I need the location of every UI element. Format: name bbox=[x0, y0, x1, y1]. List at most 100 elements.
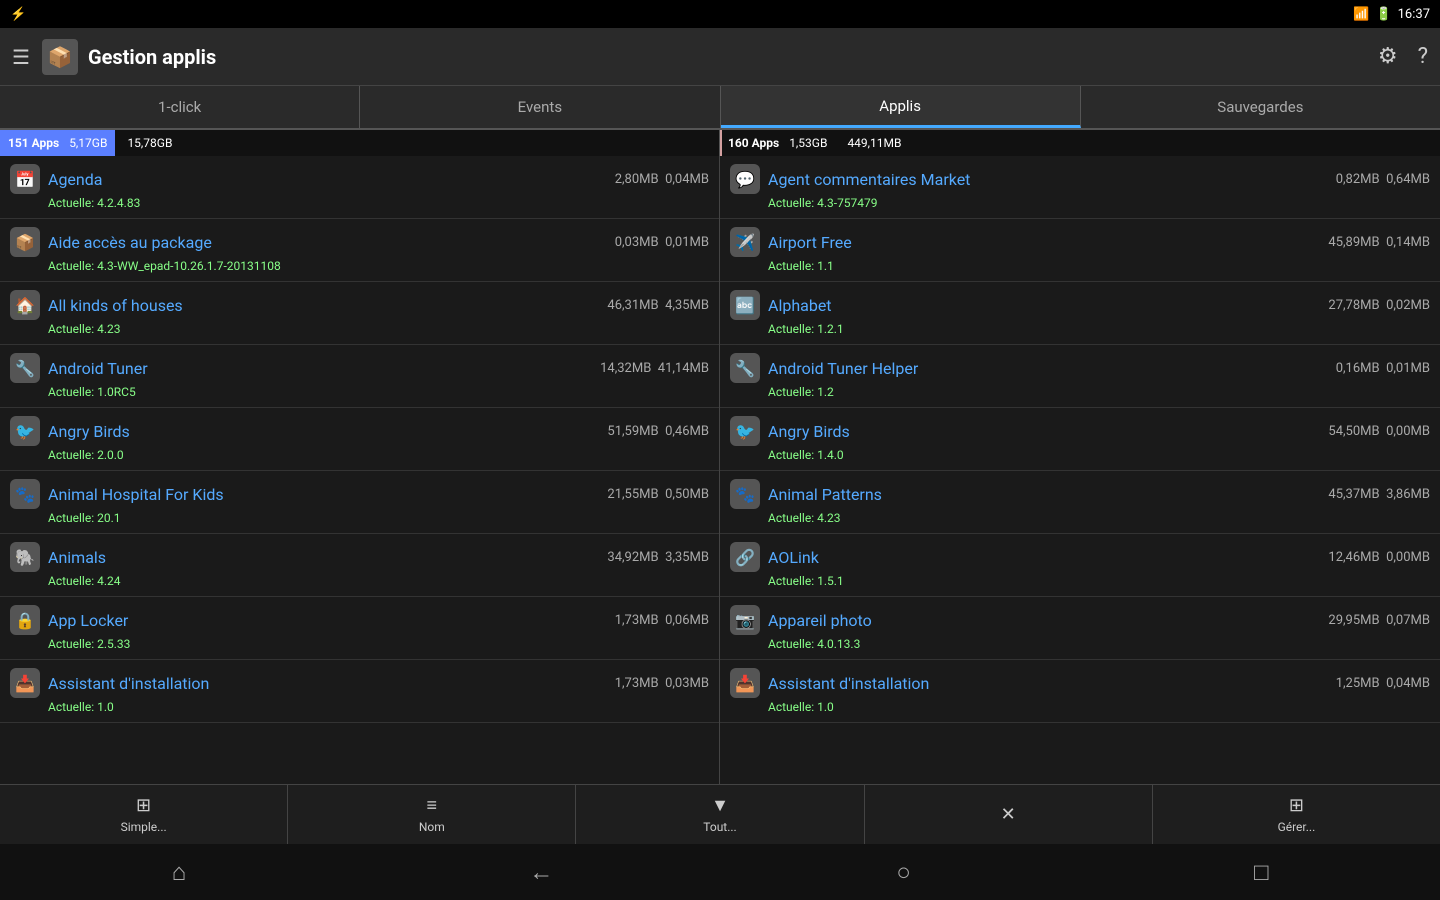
list-item[interactable]: 💬 Agent commentaires Market 0,82MB 0,64M… bbox=[720, 156, 1440, 219]
list-item[interactable]: 🔧 Android Tuner Helper 0,16MB 0,01MB Act… bbox=[720, 345, 1440, 408]
app-sizes: 51,59MB 0,46MB bbox=[607, 424, 709, 439]
app-icon-right-2: 🔤 bbox=[730, 290, 760, 320]
app-sizes: 14,32MB 41,14MB bbox=[600, 361, 709, 376]
app-sizes: 1,25MB 0,04MB bbox=[1336, 676, 1430, 691]
app-version: Actuelle: 4.3-757479 bbox=[730, 196, 1430, 210]
app-name: Animal Patterns bbox=[768, 485, 1320, 504]
toolbar-label-2: Tout... bbox=[703, 820, 736, 834]
list-item[interactable]: 🔤 Alphabet 27,78MB 0,02MB Actuelle: 1.2.… bbox=[720, 282, 1440, 345]
right-storage-remaining: 449,11MB bbox=[847, 136, 901, 150]
right-app-count: 160 Apps bbox=[728, 136, 779, 150]
app-name: AOLink bbox=[768, 548, 1320, 567]
nav-recent[interactable]: □ bbox=[1254, 858, 1269, 887]
app-name: App Locker bbox=[48, 611, 607, 630]
app-name: Alphabet bbox=[768, 296, 1320, 315]
list-item[interactable]: 🔧 Android Tuner 14,32MB 41,14MB Actuelle… bbox=[0, 345, 719, 408]
tabs-bar: 1-click Events Applis Sauvegardes bbox=[0, 86, 1440, 130]
page-title: Gestion applis bbox=[88, 45, 1378, 69]
app-icon-right-5: 🐾 bbox=[730, 479, 760, 509]
nav-home-up[interactable]: ⌂ bbox=[172, 858, 187, 887]
toolbar-item-3[interactable]: ✕ bbox=[865, 785, 1153, 844]
list-item[interactable]: 🏠 All kinds of houses 46,31MB 4,35MB Act… bbox=[0, 282, 719, 345]
app-version: Actuelle: 1.1 bbox=[730, 259, 1430, 273]
app-sizes: 1,73MB 0,03MB bbox=[615, 676, 709, 691]
toolbar-item-1[interactable]: ≡ Nom bbox=[288, 785, 576, 844]
app-icon-left-8: 📥 bbox=[10, 668, 40, 698]
toolbar-icon-2: ▼ bbox=[711, 795, 729, 816]
list-item[interactable]: 🔒 App Locker 1,73MB 0,06MB Actuelle: 2.5… bbox=[0, 597, 719, 660]
nav-back[interactable]: ← bbox=[529, 858, 553, 887]
tab-applis[interactable]: Applis bbox=[721, 86, 1081, 128]
app-icon-left-0: 📅 bbox=[10, 164, 40, 194]
list-item[interactable]: 🐦 Angry Birds 51,59MB 0,46MB Actuelle: 2… bbox=[0, 408, 719, 471]
status-right: 📶 🔋 16:37 bbox=[1353, 7, 1430, 22]
app-sizes: 0,82MB 0,64MB bbox=[1336, 172, 1430, 187]
app-name: Agent commentaires Market bbox=[768, 170, 1328, 189]
app-column-left: 📅 Agenda 2,80MB 0,04MB Actuelle: 4.2.4.8… bbox=[0, 156, 720, 784]
menu-icon[interactable]: ☰ bbox=[12, 45, 30, 69]
app-icon-right-6: 🔗 bbox=[730, 542, 760, 572]
toolbar-item-0[interactable]: ⊞ Simple... bbox=[0, 785, 288, 844]
wifi-icon: 📶 bbox=[1353, 7, 1369, 22]
app-name: Android Tuner Helper bbox=[768, 359, 1328, 378]
tab-events[interactable]: Events bbox=[360, 86, 720, 128]
app-icon-right-8: 📥 bbox=[730, 668, 760, 698]
list-item[interactable]: 🐘 Animals 34,92MB 3,35MB Actuelle: 4.24 bbox=[0, 534, 719, 597]
storage-bar-left: 151 Apps 5,17GB 15,78GB bbox=[0, 130, 720, 156]
app-sizes: 45,37MB 3,86MB bbox=[1328, 487, 1430, 502]
app-sizes: 0,16MB 0,01MB bbox=[1336, 361, 1430, 376]
toolbar-item-2[interactable]: ▼ Tout... bbox=[576, 785, 864, 844]
list-item[interactable]: 📦 Aide accès au package 0,03MB 0,01MB Ac… bbox=[0, 219, 719, 282]
toolbar-item-4[interactable]: ⊞ Gérer... bbox=[1153, 785, 1440, 844]
list-item[interactable]: 🔗 AOLink 12,46MB 0,00MB Actuelle: 1.5.1 bbox=[720, 534, 1440, 597]
tab-1click[interactable]: 1-click bbox=[0, 86, 360, 128]
app-sizes: 2,80MB 0,04MB bbox=[615, 172, 709, 187]
battery-icon: 🔋 bbox=[1375, 7, 1391, 22]
app-icon-right-0: 💬 bbox=[730, 164, 760, 194]
app-icon-left-5: 🐾 bbox=[10, 479, 40, 509]
app-name: Appareil photo bbox=[768, 611, 1320, 630]
toolbar-label-0: Simple... bbox=[121, 820, 167, 834]
list-item[interactable]: 📷 Appareil photo 29,95MB 0,07MB Actuelle… bbox=[720, 597, 1440, 660]
app-icon-right-4: 🐦 bbox=[730, 416, 760, 446]
app-name: Angry Birds bbox=[48, 422, 599, 441]
app-version: Actuelle: 4.24 bbox=[10, 574, 709, 588]
toolbar-label-1: Nom bbox=[419, 820, 445, 834]
app-version: Actuelle: 1.2.1 bbox=[730, 322, 1430, 336]
status-bar: ⚡ 📶 🔋 16:37 bbox=[0, 0, 1440, 28]
app-version: Actuelle: 2.5.33 bbox=[10, 637, 709, 651]
app-icon-left-2: 🏠 bbox=[10, 290, 40, 320]
list-item[interactable]: ✈️ Airport Free 45,89MB 0,14MB Actuelle:… bbox=[720, 219, 1440, 282]
app-sizes: 0,03MB 0,01MB bbox=[615, 235, 709, 250]
app-sizes: 45,89MB 0,14MB bbox=[1328, 235, 1430, 250]
right-storage-size: 1,53GB bbox=[789, 136, 827, 150]
header-actions: ⚙ ? bbox=[1378, 44, 1428, 69]
tab-sauvegardes[interactable]: Sauvegardes bbox=[1081, 86, 1440, 128]
app-icon-left-1: 📦 bbox=[10, 227, 40, 257]
app-version: Actuelle: 4.23 bbox=[10, 322, 709, 336]
app-version: Actuelle: 1.4.0 bbox=[730, 448, 1430, 462]
list-item[interactable]: 📥 Assistant d'installation 1,25MB 0,04MB… bbox=[720, 660, 1440, 723]
help-icon[interactable]: ? bbox=[1418, 44, 1428, 69]
list-item[interactable]: 🐾 Animal Hospital For Kids 21,55MB 0,50M… bbox=[0, 471, 719, 534]
nav-home[interactable]: ○ bbox=[896, 858, 911, 887]
app-version: Actuelle: 20.1 bbox=[10, 511, 709, 525]
app-icon-left-4: 🐦 bbox=[10, 416, 40, 446]
app-version: Actuelle: 2.0.0 bbox=[10, 448, 709, 462]
app-name: Animals bbox=[48, 548, 599, 567]
list-item[interactable]: 🐾 Animal Patterns 45,37MB 3,86MB Actuell… bbox=[720, 471, 1440, 534]
app-icon-left-7: 🔒 bbox=[10, 605, 40, 635]
app-icon-left-3: 🔧 bbox=[10, 353, 40, 383]
app-name: Assistant d'installation bbox=[48, 674, 607, 693]
filter-icon[interactable]: ⚙ bbox=[1378, 44, 1398, 69]
app-name: Assistant d'installation bbox=[768, 674, 1328, 693]
left-storage-remaining: 15,78GB bbox=[127, 136, 172, 150]
app-sizes: 1,73MB 0,06MB bbox=[615, 613, 709, 628]
app-list: 📅 Agenda 2,80MB 0,04MB Actuelle: 4.2.4.8… bbox=[0, 156, 1440, 784]
app-name: Android Tuner bbox=[48, 359, 592, 378]
list-item[interactable]: 📥 Assistant d'installation 1,73MB 0,03MB… bbox=[0, 660, 719, 723]
list-item[interactable]: 🐦 Angry Birds 54,50MB 0,00MB Actuelle: 1… bbox=[720, 408, 1440, 471]
list-item[interactable]: 📅 Agenda 2,80MB 0,04MB Actuelle: 4.2.4.8… bbox=[0, 156, 719, 219]
app-sizes: 46,31MB 4,35MB bbox=[607, 298, 709, 313]
app-name: Airport Free bbox=[768, 233, 1320, 252]
